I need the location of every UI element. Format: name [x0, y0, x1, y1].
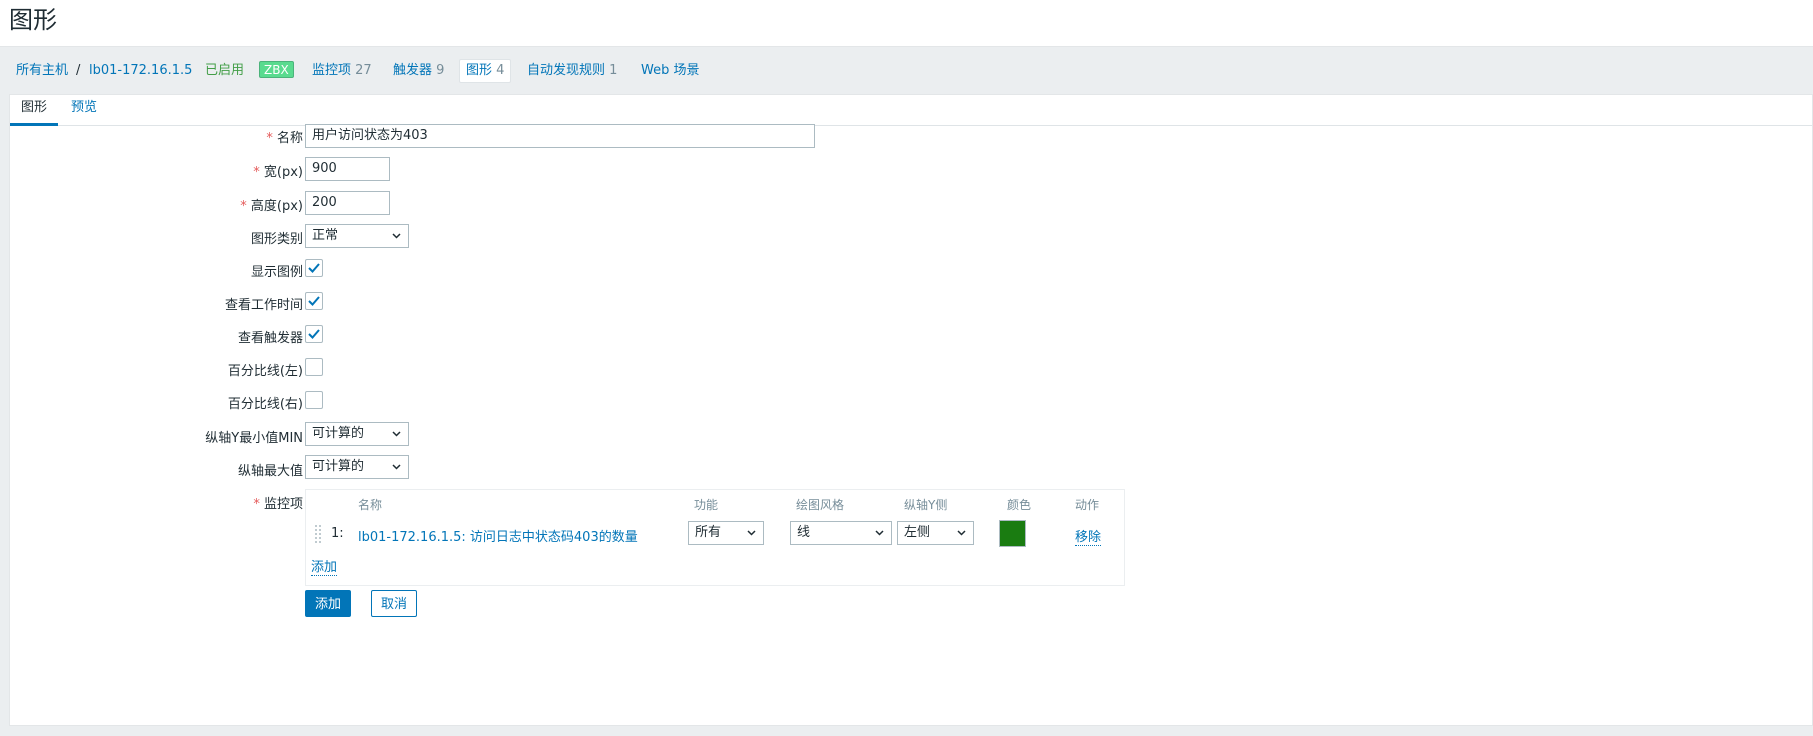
breadcrumb-items-label: 监控项 — [312, 63, 352, 78]
chevron-down-icon — [392, 464, 401, 470]
add-button[interactable]: 添加 — [305, 590, 352, 617]
required-mark: * — [253, 497, 260, 512]
height-label: * 高度(px) — [10, 195, 303, 214]
height-label-text: 高度(px) — [250, 199, 303, 214]
y-max-select[interactable]: 可计算的 — [305, 455, 409, 479]
breadcrumb-graphs-count: 4 — [496, 63, 505, 78]
width-field[interactable]: 900 — [305, 157, 390, 181]
item-draw-style-value: 线 — [797, 525, 811, 540]
host-status-enabled[interactable]: 已启用 — [205, 47, 244, 94]
required-mark: * — [266, 131, 273, 146]
show-legend-checkbox[interactable] — [305, 259, 323, 277]
show-work-period-checkbox[interactable] — [305, 292, 323, 310]
graph-items-table: 名称 功能 绘图风格 纵轴Y侧 颜色 动作 1: lb01-172.16.1.5… — [305, 489, 1125, 586]
item-name-link[interactable]: lb01-172.16.1.5: 访问日志中状态码403的数量 — [358, 526, 638, 545]
width-label-text: 宽(px) — [263, 165, 303, 180]
checkmark-icon — [308, 263, 320, 273]
col-header-color: 颜色 — [1007, 498, 1032, 512]
graph-form-panel: 图形 预览 * 名称 用户访问状态为403 * 宽(px) 900 * 高度(p… — [9, 94, 1813, 726]
item-y-axis-side-select[interactable]: 左侧 — [897, 521, 974, 545]
required-mark: * — [253, 165, 260, 180]
item-function-select[interactable]: 所有 — [688, 521, 764, 545]
breadcrumb-triggers-label: 触发器 — [393, 63, 433, 78]
breadcrumb-discovery[interactable]: 自动发现规则 1 — [527, 47, 617, 94]
show-triggers-label: 查看触发器 — [237, 331, 303, 346]
breadcrumb-discovery-label: 自动发现规则 — [527, 63, 606, 78]
page-header: 图形 — [0, 0, 1813, 47]
breadcrumb-web-scenarios[interactable]: Web 场景 — [641, 47, 699, 94]
name-label: * 名称 — [10, 127, 303, 146]
name-label-text: 名称 — [276, 131, 303, 146]
breadcrumb-items-count: 27 — [355, 63, 372, 78]
width-label: * 宽(px) — [10, 161, 303, 180]
page-title: 图形 — [9, 6, 57, 34]
form-tabs: 图形 预览 — [10, 95, 1812, 126]
item-y-axis-side-value: 左侧 — [904, 525, 931, 540]
items-label-text: 监控项 — [263, 497, 303, 512]
name-field[interactable]: 用户访问状态为403 — [305, 124, 815, 148]
breadcrumb-discovery-count: 1 — [609, 63, 618, 78]
chevron-down-icon — [392, 233, 401, 239]
checkmark-icon — [308, 329, 320, 339]
col-header-y-axis-side: 纵轴Y侧 — [904, 498, 948, 512]
items-label: * 监控项 — [10, 493, 303, 512]
col-header-draw-style: 绘图风格 — [796, 498, 845, 512]
chevron-down-icon — [392, 431, 401, 437]
chevron-down-icon — [747, 530, 756, 536]
chevron-down-icon — [875, 530, 884, 536]
drag-handle-icon[interactable] — [314, 524, 322, 544]
cancel-button[interactable]: 取消 — [371, 590, 418, 617]
col-header-function: 功能 — [694, 498, 719, 512]
zbx-availability-badge: ZBX — [259, 61, 294, 78]
graph-type-label: 图形类别 — [250, 232, 303, 247]
y-max-value: 可计算的 — [312, 459, 365, 474]
item-color-swatch[interactable] — [999, 520, 1026, 547]
row-index: 1: — [331, 526, 344, 541]
remove-item-link[interactable]: 移除 — [1075, 526, 1102, 546]
tab-preview[interactable]: 预览 — [60, 95, 108, 126]
chevron-down-icon — [957, 530, 966, 536]
item-draw-style-select[interactable]: 线 — [790, 521, 892, 545]
percentile-right-checkbox[interactable] — [305, 391, 323, 409]
add-item-link[interactable]: 添加 — [311, 556, 338, 576]
y-min-value: 可计算的 — [312, 426, 365, 441]
y-max-label: 纵轴最大值 — [237, 464, 303, 479]
breadcrumb-items[interactable]: 监控项 27 — [312, 47, 372, 94]
show-work-period-label: 查看工作时间 — [224, 298, 303, 313]
y-min-select[interactable]: 可计算的 — [305, 422, 409, 446]
breadcrumb-triggers[interactable]: 触发器 9 — [393, 47, 444, 94]
graph-type-select[interactable]: 正常 — [305, 224, 409, 248]
breadcrumb-graphs-label: 图形 — [466, 63, 493, 78]
breadcrumb-graphs-current[interactable]: 图形 4 — [459, 59, 512, 83]
item-function-value: 所有 — [695, 525, 722, 540]
checkmark-icon — [308, 296, 320, 306]
graph-type-value: 正常 — [312, 228, 339, 243]
y-min-label: 纵轴Y最小值MIN — [205, 431, 303, 446]
percentile-left-label: 百分比线(左) — [227, 364, 303, 379]
breadcrumb-all-hosts[interactable]: 所有主机 — [16, 47, 68, 94]
col-header-action: 动作 — [1075, 498, 1100, 512]
percentile-right-label: 百分比线(右) — [227, 397, 303, 412]
breadcrumb-host[interactable]: lb01-172.16.1.5 — [89, 47, 192, 94]
required-mark: * — [240, 199, 247, 214]
breadcrumb-separator: / — [76, 63, 81, 78]
height-field[interactable]: 200 — [305, 191, 390, 215]
breadcrumb-triggers-count: 9 — [436, 63, 445, 78]
tab-graph[interactable]: 图形 — [10, 95, 59, 126]
percentile-left-checkbox[interactable] — [305, 358, 323, 376]
col-header-name: 名称 — [358, 498, 383, 512]
show-legend-label: 显示图例 — [250, 265, 303, 280]
show-triggers-checkbox[interactable] — [305, 325, 323, 343]
breadcrumb: 所有主机 / lb01-172.16.1.5 已启用 ZBX 监控项 27 触发… — [0, 47, 1813, 94]
